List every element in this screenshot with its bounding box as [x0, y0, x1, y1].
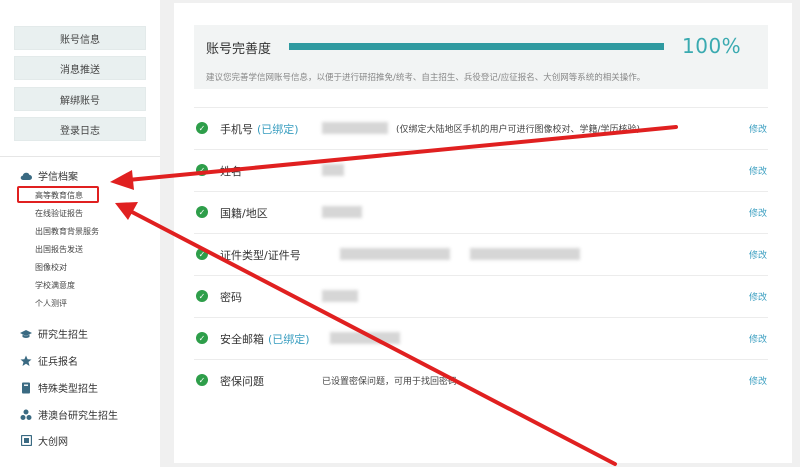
sidebar-item-archive[interactable]: 学信档案	[20, 168, 78, 183]
sidebar-item-innovation[interactable]: 大创网	[20, 433, 68, 448]
sidebar-item-conscription[interactable]: 征兵报名	[20, 353, 78, 368]
graduation-cap-icon	[20, 328, 32, 340]
message-push-button[interactable]: 消息推送	[14, 56, 146, 80]
sidebar-subitem-overseas-report[interactable]: 出国报告发送	[35, 244, 83, 255]
edit-id-document-link[interactable]: 修改	[749, 248, 767, 261]
check-icon: ✓	[196, 206, 208, 218]
sidebar-item-label: 大创网	[38, 437, 68, 448]
main-panel: 账号完善度 100% 建议您完善学信网账号信息，以便于进行研招推免/统考、自主招…	[174, 3, 792, 463]
edit-name-link[interactable]: 修改	[749, 164, 767, 177]
sidebar-item-hmt-admission[interactable]: 港澳台研究生招生	[20, 407, 118, 422]
sidebar-item-special-admission[interactable]: 特殊类型招生	[20, 380, 98, 395]
row-label: 密码	[220, 291, 242, 304]
completeness-note: 建议您完善学信网账号信息，以便于进行研招推免/统考、自主招生、兵役登记/应征报名…	[206, 73, 646, 83]
row-label: 国籍/地区	[220, 207, 268, 220]
sidebar-subitem-school-satisfaction[interactable]: 学校满意度	[35, 280, 75, 291]
row-label: 证件类型/证件号	[220, 249, 301, 262]
redacted-value	[322, 206, 362, 218]
cloud-icon	[20, 170, 32, 182]
row-label: 姓名	[220, 165, 242, 178]
sidebar-item-label: 研究生招生	[38, 330, 88, 341]
info-row-nationality: ✓ 国籍/地区 修改	[194, 191, 768, 233]
sidebar-item-label: 港澳台研究生招生	[38, 411, 118, 422]
info-row-phone: ✓ 手机号 (已绑定) (仅绑定大陆地区手机的用户可进行图像校对、学籍/学历核验)…	[194, 107, 768, 149]
info-row-password: ✓ 密码 修改	[194, 275, 768, 317]
sidebar-divider	[0, 156, 160, 157]
row-label: 手机号	[220, 123, 253, 136]
account-info-button[interactable]: 账号信息	[14, 26, 146, 50]
sidebar-item-label: 征兵报名	[38, 357, 78, 368]
redacted-value	[322, 164, 344, 176]
redacted-value	[322, 122, 388, 134]
check-icon: ✓	[196, 332, 208, 344]
bound-tag: (已绑定)	[257, 123, 299, 136]
completeness-progress-bar	[289, 43, 664, 50]
sidebar-subitem-image-check[interactable]: 图像校对	[35, 262, 67, 273]
star-icon	[20, 355, 32, 367]
edit-security-question-link[interactable]: 修改	[749, 374, 767, 387]
account-completeness-panel: 账号完善度 100% 建议您完善学信网账号信息，以便于进行研招推免/统考、自主招…	[194, 25, 768, 89]
redacted-value	[470, 248, 580, 260]
login-log-button[interactable]: 登录日志	[14, 117, 146, 141]
bound-tag: (已绑定)	[268, 333, 310, 346]
completeness-percent: 100%	[682, 34, 742, 58]
completeness-progress-fill	[289, 43, 664, 50]
redacted-value	[340, 248, 450, 260]
sidebar-subitem-online-report[interactable]: 在线验证报告	[35, 208, 83, 219]
row-label: 密保问题	[220, 375, 264, 388]
completeness-title: 账号完善度	[206, 42, 272, 57]
redacted-value	[330, 332, 400, 344]
edit-phone-link[interactable]: 修改	[749, 122, 767, 135]
redacted-value	[322, 290, 358, 302]
edit-nationality-link[interactable]: 修改	[749, 206, 767, 219]
sidebar-item-graduate-admission[interactable]: 研究生招生	[20, 326, 88, 341]
row-value: (仅绑定大陆地区手机的用户可进行图像校对、学籍/学历核验)	[396, 125, 641, 135]
check-icon: ✓	[196, 248, 208, 260]
book-icon	[20, 382, 32, 394]
check-icon: ✓	[196, 164, 208, 176]
edit-email-link[interactable]: 修改	[749, 332, 767, 345]
cluster-icon	[20, 409, 32, 421]
sidebar-subitem-personal-assessment[interactable]: 个人测评	[35, 298, 67, 309]
row-value: 已设置密保问题，可用于找回密码。	[322, 377, 467, 387]
info-row-security-question: ✓ 密保问题 已设置密保问题，可用于找回密码。 修改	[194, 359, 768, 401]
check-icon: ✓	[196, 122, 208, 134]
row-label: 安全邮箱	[220, 333, 264, 346]
sidebar: 账号信息 消息推送 解绑账号 登录日志 学信档案 高等教育信息 在线验证报告 出…	[0, 0, 160, 467]
info-row-email: ✓ 安全邮箱 (已绑定) 修改	[194, 317, 768, 359]
info-row-id-document: ✓ 证件类型/证件号 修改	[194, 233, 768, 275]
sidebar-item-label: 特殊类型招生	[38, 384, 98, 395]
sidebar-item-label: 学信档案	[38, 172, 78, 183]
edit-password-link[interactable]: 修改	[749, 290, 767, 303]
sidebar-subitem-overseas-background[interactable]: 出国教育背景服务	[35, 226, 99, 237]
info-row-name: ✓ 姓名 修改	[194, 149, 768, 191]
grid-icon	[20, 435, 32, 447]
check-icon: ✓	[196, 374, 208, 386]
check-icon: ✓	[196, 290, 208, 302]
highlight-annotation-box	[17, 186, 99, 203]
unbind-account-button[interactable]: 解绑账号	[14, 87, 146, 111]
